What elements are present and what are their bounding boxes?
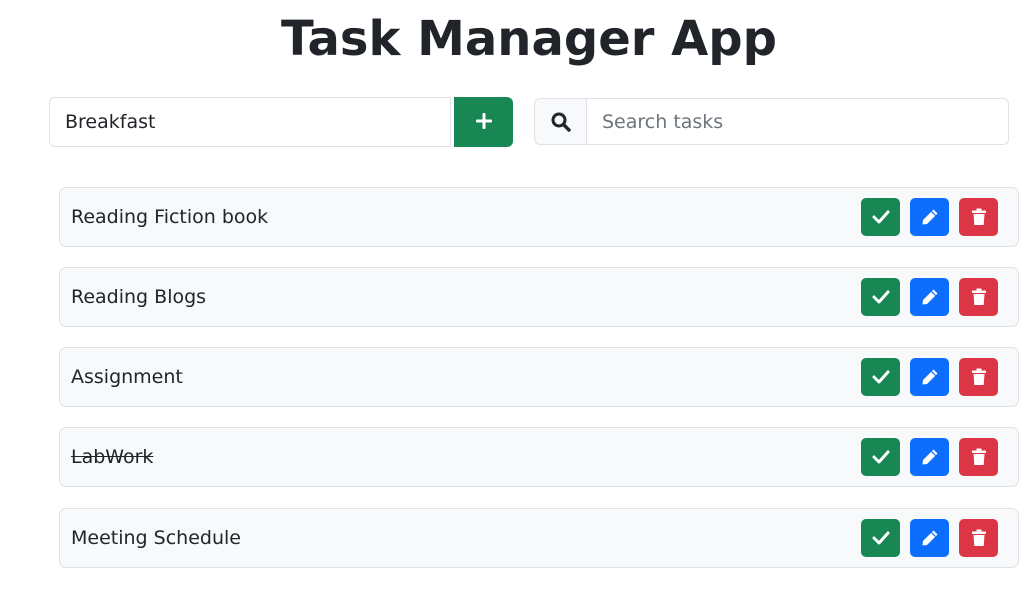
trash-icon bbox=[971, 529, 987, 547]
task-item: Reading Blogs bbox=[59, 267, 1019, 327]
task-label: Assignment bbox=[71, 366, 183, 388]
complete-task-button[interactable] bbox=[861, 198, 900, 236]
delete-task-button[interactable] bbox=[959, 278, 998, 316]
complete-task-button[interactable] bbox=[861, 438, 900, 476]
task-item: Reading Fiction book bbox=[59, 187, 1019, 247]
add-task-form bbox=[49, 97, 513, 147]
check-icon bbox=[872, 450, 890, 464]
task-actions bbox=[861, 198, 998, 236]
pencil-icon bbox=[921, 288, 939, 306]
task-item: Assignment bbox=[59, 347, 1019, 407]
plus-icon bbox=[475, 112, 493, 133]
edit-task-button[interactable] bbox=[910, 198, 949, 236]
trash-icon bbox=[971, 368, 987, 386]
check-icon bbox=[872, 290, 890, 304]
search-input[interactable] bbox=[586, 98, 1009, 145]
complete-task-button[interactable] bbox=[861, 278, 900, 316]
search-icon bbox=[534, 98, 586, 145]
check-icon bbox=[872, 370, 890, 384]
check-icon bbox=[872, 210, 890, 224]
edit-task-button[interactable] bbox=[910, 358, 949, 396]
edit-task-button[interactable] bbox=[910, 278, 949, 316]
edit-task-button[interactable] bbox=[910, 438, 949, 476]
delete-task-button[interactable] bbox=[959, 438, 998, 476]
task-actions bbox=[861, 519, 998, 557]
trash-icon bbox=[971, 288, 987, 306]
task-label: Reading Fiction book bbox=[71, 206, 269, 228]
check-icon bbox=[872, 531, 890, 545]
new-task-input[interactable] bbox=[49, 97, 451, 147]
pencil-icon bbox=[921, 208, 939, 226]
pencil-icon bbox=[921, 368, 939, 386]
task-actions bbox=[861, 278, 998, 316]
task-label: Reading Blogs bbox=[71, 286, 207, 308]
task-actions bbox=[861, 438, 998, 476]
delete-task-button[interactable] bbox=[959, 198, 998, 236]
pencil-icon bbox=[921, 448, 939, 466]
task-item: LabWork bbox=[59, 427, 1019, 487]
trash-icon bbox=[971, 448, 987, 466]
task-label: Meeting Schedule bbox=[71, 527, 241, 549]
trash-icon bbox=[971, 208, 987, 226]
task-item: Meeting Schedule bbox=[59, 508, 1019, 568]
delete-task-button[interactable] bbox=[959, 358, 998, 396]
task-label: LabWork bbox=[71, 446, 154, 468]
task-actions bbox=[861, 358, 998, 396]
add-task-button[interactable] bbox=[454, 97, 513, 147]
edit-task-button[interactable] bbox=[910, 519, 949, 557]
search-bar bbox=[534, 98, 1009, 145]
delete-task-button[interactable] bbox=[959, 519, 998, 557]
pencil-icon bbox=[921, 529, 939, 547]
app-root: Task Manager App Reading Fiction book bbox=[0, 0, 1031, 594]
complete-task-button[interactable] bbox=[861, 358, 900, 396]
complete-task-button[interactable] bbox=[861, 519, 900, 557]
page-title: Task Manager App bbox=[280, 11, 778, 67]
